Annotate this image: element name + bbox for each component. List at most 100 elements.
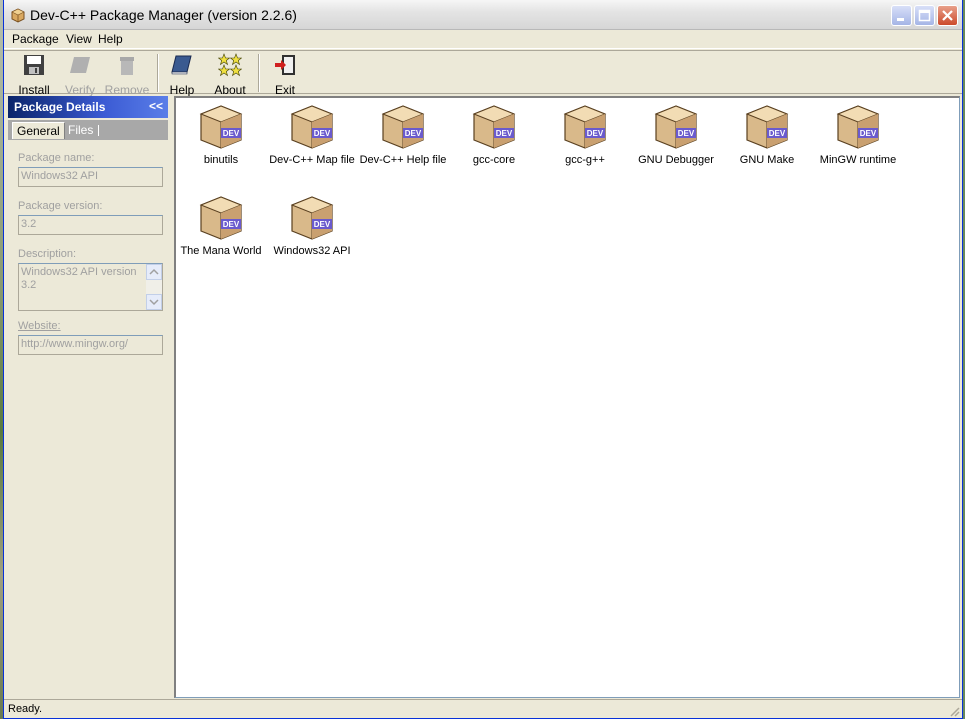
menu-package[interactable]: Package xyxy=(10,32,61,46)
verify-icon xyxy=(70,57,90,73)
package-label: The Mana World xyxy=(180,245,262,257)
package-label: MinGW runtime xyxy=(819,154,897,166)
panel-header: Package Details << xyxy=(8,96,168,118)
panel-tabs: General Files xyxy=(8,120,168,140)
menu-view[interactable]: View xyxy=(64,32,94,46)
maximize-button[interactable] xyxy=(914,5,935,26)
package-item[interactable]: DEV MinGW runtime xyxy=(813,102,903,166)
package-name-label: Package name: xyxy=(18,152,95,164)
menu-bar: Package View Help xyxy=(4,30,962,49)
package-manager-window: Dev-C++ Package Manager (version 2.2.6) … xyxy=(3,0,963,719)
dev-badge: DEV xyxy=(223,220,240,229)
chevron-down-icon xyxy=(149,299,159,306)
package-item[interactable]: DEV Dev-C++ Map file xyxy=(267,102,357,166)
package-box-icon: DEV xyxy=(290,105,334,149)
description-label: Description: xyxy=(18,248,77,260)
tab-files[interactable]: Files xyxy=(64,122,97,139)
package-item[interactable]: DEV gcc-g++ xyxy=(540,102,630,166)
resize-grip-icon[interactable] xyxy=(948,705,960,717)
package-item[interactable]: DEV GNU Debugger xyxy=(631,102,721,166)
tab-divider xyxy=(98,125,99,136)
package-list: DEV binutils DEV Dev-C++ Map file DEV Dev-C++… xyxy=(174,96,960,698)
website-label[interactable]: Website: xyxy=(18,320,61,332)
dev-badge: DEV xyxy=(587,129,604,138)
dev-badge: DEV xyxy=(223,129,240,138)
tab-general[interactable]: General xyxy=(12,122,65,139)
package-label: Dev-C++ Help file xyxy=(359,154,447,166)
chevron-up-icon xyxy=(149,268,159,275)
toolbar: Install Verify Remove Help About Exit xyxy=(4,50,962,97)
exit-button[interactable]: Exit xyxy=(270,53,300,97)
description-scrollbar[interactable] xyxy=(146,264,162,310)
collapse-button[interactable]: << xyxy=(149,99,163,113)
package-label: GNU Debugger xyxy=(638,154,714,166)
about-button[interactable]: About xyxy=(212,53,248,97)
floppy-disk-icon xyxy=(24,55,44,75)
dev-badge: DEV xyxy=(860,129,877,138)
dev-badge: DEV xyxy=(496,129,513,138)
stars-icon xyxy=(218,53,242,77)
scroll-down-button[interactable] xyxy=(146,294,162,310)
package-item[interactable]: DEV GNU Make xyxy=(722,102,812,166)
install-button[interactable]: Install xyxy=(16,53,52,97)
package-label: binutils xyxy=(203,154,239,166)
title-bar[interactable]: Dev-C++ Package Manager (version 2.2.6) xyxy=(4,0,962,30)
package-item[interactable]: DEV The Mana World xyxy=(176,193,266,257)
package-item[interactable]: DEV Dev-C++ Help file xyxy=(358,102,448,166)
toolbar-separator xyxy=(258,54,260,92)
package-label: Dev-C++ Map file xyxy=(269,154,355,166)
panel-title: Package Details xyxy=(14,100,106,114)
dev-badge: DEV xyxy=(314,129,331,138)
maximize-icon xyxy=(918,9,931,22)
package-details-panel: Package Details << General Files Package… xyxy=(6,96,170,698)
close-icon xyxy=(942,10,953,21)
exit-label: Exit xyxy=(274,83,295,97)
package-box-icon: DEV xyxy=(381,105,425,149)
verify-label: Verify xyxy=(64,83,95,97)
package-box-icon: DEV xyxy=(199,105,243,149)
website-field[interactable]: http://www.mingw.org/ xyxy=(18,335,163,355)
package-icon xyxy=(11,8,25,23)
dev-badge: DEV xyxy=(678,129,695,138)
minimize-icon xyxy=(897,18,904,21)
package-label: gcc-g++ xyxy=(565,154,605,166)
package-box-icon: DEV xyxy=(836,105,880,149)
package-box-icon: DEV xyxy=(563,105,607,149)
install-label: Install xyxy=(18,83,50,97)
package-item[interactable]: DEV binutils xyxy=(176,102,266,166)
book-icon xyxy=(171,55,192,75)
package-version-label: Package version: xyxy=(18,200,103,212)
package-box-icon: DEV xyxy=(654,105,698,149)
package-item[interactable]: DEV Windows32 API xyxy=(267,193,357,257)
description-text: Windows32 API version 3.2 xyxy=(21,266,137,291)
dev-badge: DEV xyxy=(405,129,422,138)
verify-button[interactable]: Verify xyxy=(62,53,98,97)
help-label: Help xyxy=(169,83,195,97)
trash-can-icon xyxy=(120,57,134,75)
package-box-icon: DEV xyxy=(290,196,334,240)
dev-badge: DEV xyxy=(769,129,786,138)
about-label: About xyxy=(214,83,246,97)
remove-button[interactable]: Remove xyxy=(104,53,150,97)
description-field[interactable]: Windows32 API version 3.2 xyxy=(18,263,163,311)
exit-door-icon xyxy=(275,55,295,75)
package-box-icon: DEV xyxy=(199,196,243,240)
remove-label: Remove xyxy=(104,83,150,97)
dev-badge: DEV xyxy=(314,220,331,229)
scroll-up-button[interactable] xyxy=(146,264,162,280)
status-text: Ready. xyxy=(8,703,43,715)
help-button[interactable]: Help xyxy=(166,53,198,97)
status-bar: Ready. xyxy=(4,699,962,719)
package-box-icon: DEV xyxy=(745,105,789,149)
menu-help[interactable]: Help xyxy=(96,32,125,46)
package-item[interactable]: DEV gcc-core xyxy=(449,102,539,166)
package-label: GNU Make xyxy=(739,154,795,166)
package-version-field[interactable]: 3.2 xyxy=(18,215,163,235)
package-label: gcc-core xyxy=(472,154,516,166)
window-title: Dev-C++ Package Manager (version 2.2.6) xyxy=(30,7,297,23)
toolbar-separator xyxy=(157,54,159,92)
close-button[interactable] xyxy=(937,5,958,26)
package-name-field[interactable]: Windows32 API xyxy=(18,167,163,187)
minimize-button[interactable] xyxy=(891,5,912,26)
package-label: Windows32 API xyxy=(273,245,351,257)
